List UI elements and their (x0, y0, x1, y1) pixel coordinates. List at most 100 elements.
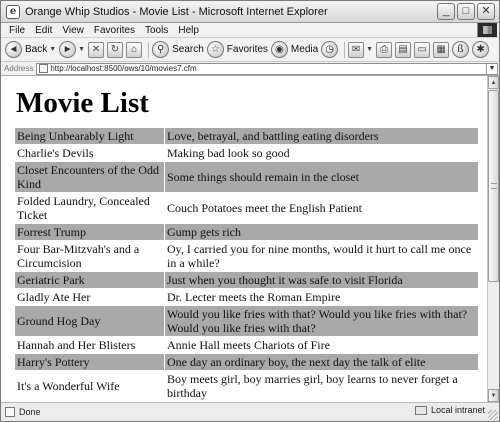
resize-grip-icon[interactable] (488, 410, 498, 420)
browser-window: e Orange Whip Studios - Movie List - Mic… (0, 0, 500, 422)
movie-title-cell: Gladly Ate Her (17, 290, 91, 304)
research-button[interactable]: ▦ (433, 40, 450, 60)
close-button[interactable]: ✕ (477, 3, 495, 20)
movie-summary-cell: Some things should remain in the closet (165, 162, 478, 192)
back-label: Back (25, 44, 48, 55)
status-bar: Done Local intranet (1, 402, 499, 421)
movie-table: Being Unbearably Light Love, betrayal, an… (14, 127, 479, 402)
address-label: Address (4, 64, 34, 73)
discuss-button[interactable]: ▭ (414, 40, 431, 60)
edit-icon: ▤ (395, 41, 412, 58)
menu-help[interactable]: Help (173, 25, 204, 36)
bluetooth-icon: ß (452, 41, 470, 58)
movie-title-cell: Being Unbearably Light (15, 128, 164, 144)
messenger-button[interactable]: ✱ (472, 40, 490, 60)
messenger-icon: ✱ (472, 41, 490, 58)
home-icon: ⌂ (126, 41, 143, 58)
page-icon (39, 64, 49, 73)
menu-favorites[interactable]: Favorites (89, 25, 140, 36)
toolbar-divider (344, 41, 346, 58)
menu-tools[interactable]: Tools (140, 25, 173, 36)
address-input[interactable]: http://localhost:8500/ows/10/movies7.cfm… (36, 62, 498, 75)
movie-title-cell: Closet Encounters of the Odd Kind (15, 162, 164, 192)
forward-button[interactable]: ► ▼ (59, 40, 85, 60)
mail-button[interactable]: ✉ ▼ (348, 40, 373, 60)
history-icon: ◷ (321, 41, 339, 58)
toolbar: ◄ Back ▼ ► ▼ ✕ ↻ ⌂ ⚲ Search ☆ Favorites … (1, 38, 499, 62)
movie-title-cell: Forrest Trump (15, 224, 164, 240)
mail-dropdown-icon[interactable]: ▼ (366, 46, 373, 53)
toolbar-divider (148, 41, 150, 58)
movie-title-cell: Hannah and Her Blisters (17, 338, 136, 352)
movie-summary-cell: Would you like fries with that? Would yo… (165, 306, 478, 336)
table-row: Forrest Trump Gump gets rich (15, 224, 478, 240)
discuss-icon: ▭ (414, 41, 431, 58)
refresh-button[interactable]: ↻ (107, 40, 124, 60)
media-button[interactable]: ◉ Media (270, 40, 318, 60)
star-icon: ☆ (206, 41, 224, 58)
media-icon: ◉ (270, 41, 288, 58)
table-row: Being Unbearably Light Love, betrayal, an… (15, 128, 478, 144)
table-row: Geriatric Park Just when you thought it w… (15, 272, 478, 288)
intranet-icon (414, 405, 427, 415)
history-button[interactable]: ◷ (321, 40, 339, 60)
table-row: Folded Laundry, Concealed Ticket Couch Po… (15, 193, 478, 223)
back-button[interactable]: ◄ Back ▼ (5, 40, 56, 60)
table-row: Ground Hog Day Would you like fries with … (15, 306, 478, 336)
stop-button[interactable]: ✕ (88, 40, 105, 60)
table-row: Closet Encounters of the Odd Kind Some th… (15, 162, 478, 192)
refresh-icon: ↻ (107, 41, 124, 58)
movie-title-cell: Harry's Pottery (15, 354, 164, 370)
menu-edit[interactable]: Edit (30, 25, 57, 36)
minimize-button[interactable]: _ (437, 3, 455, 20)
favorites-button[interactable]: ☆ Favorites (206, 40, 268, 60)
scrollbar-thumb[interactable] (488, 90, 499, 282)
movie-title-cell: Ground Hog Day (15, 306, 164, 336)
table-row: Gladly Ate Her Dr. Lecter meets the Roman… (15, 289, 478, 305)
movie-summary-cell: Making bad look so good (167, 146, 290, 160)
forward-arrow-icon: ► (59, 41, 77, 58)
table-row: Four Bar-Mitzvah's and a Circumcision Oy,… (15, 241, 478, 271)
movie-summary-cell: Boy meets girl, boy marries girl, boy le… (167, 372, 458, 400)
back-dropdown-icon[interactable]: ▼ (49, 46, 56, 53)
scroll-down-icon[interactable]: ▼ (488, 389, 499, 402)
search-label: Search (172, 44, 204, 55)
forward-dropdown-icon[interactable]: ▼ (78, 46, 85, 53)
stop-icon: ✕ (88, 41, 105, 58)
scroll-up-icon[interactable]: ▲ (488, 76, 499, 89)
movie-table-body: Being Unbearably Light Love, betrayal, an… (15, 128, 478, 402)
printer-icon: ⎙ (376, 41, 393, 58)
movie-summary-cell: Oy, I carried you for nine months, would… (167, 242, 472, 270)
page-done-icon (5, 407, 15, 417)
research-icon: ▦ (433, 41, 450, 58)
address-bar: Address http://localhost:8500/ows/10/mov… (1, 62, 499, 76)
menu-file[interactable]: File (1, 25, 30, 36)
back-arrow-icon: ◄ (5, 41, 22, 58)
menu-view[interactable]: View (57, 25, 89, 36)
movie-summary-cell: Dr. Lecter meets the Roman Empire (167, 290, 341, 304)
movie-summary-cell: One day an ordinary boy, the next day th… (165, 354, 478, 370)
movie-title-cell: It's a Wonderful Wife (17, 379, 120, 393)
home-button[interactable]: ⌂ (126, 40, 143, 60)
favorites-label: Favorites (226, 44, 268, 55)
menu-bar: File Edit View Favorites Tools Help (1, 23, 499, 38)
address-url[interactable]: http://localhost:8500/ows/10/movies7.cfm (50, 64, 196, 73)
movie-summary-cell: Annie Hall meets Chariots of Fire (167, 338, 330, 352)
vertical-scrollbar[interactable]: ▲ ▼ (487, 76, 499, 402)
search-button[interactable]: ⚲ Search (152, 40, 204, 60)
print-button[interactable]: ⎙ (376, 40, 393, 60)
bluetooth-button[interactable]: ß (452, 40, 470, 60)
maximize-button[interactable]: □ (457, 3, 475, 20)
window-controls: _ □ ✕ (437, 3, 495, 20)
page-viewport: Movie List Being Unbearably Light Love, b… (1, 76, 487, 402)
table-row: Charlie's Devils Making bad look so good (15, 145, 478, 161)
movie-title-cell: Geriatric Park (15, 272, 164, 288)
scrollbar-grip-icon (491, 183, 497, 189)
zone-label: Local intranet (430, 405, 485, 415)
windows-logo-icon (477, 23, 497, 37)
edit-button[interactable]: ▤ (395, 40, 412, 60)
movie-summary-cell: Love, betrayal, and battling eating diso… (165, 128, 478, 144)
table-row: Harry's Pottery One day an ordinary boy, … (15, 354, 478, 370)
address-dropdown-icon[interactable]: ▼ (486, 63, 497, 74)
title-bar: e Orange Whip Studios - Movie List - Mic… (1, 1, 499, 23)
